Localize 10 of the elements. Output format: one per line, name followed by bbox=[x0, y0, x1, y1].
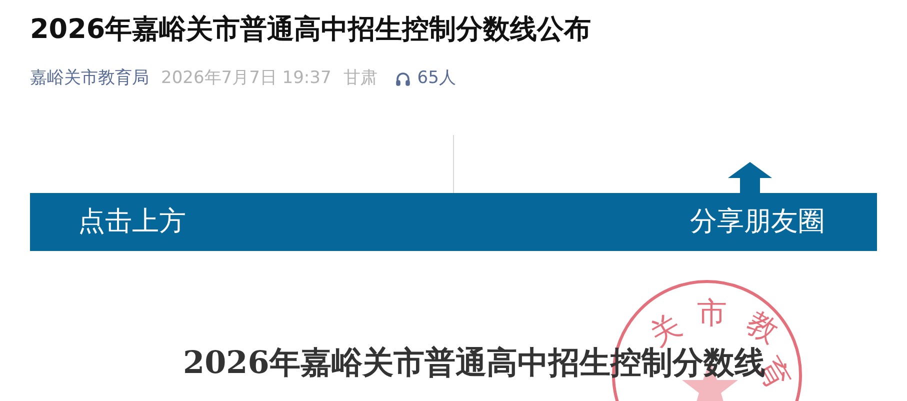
seal-character: 市 bbox=[697, 299, 727, 329]
banner-text: 分享朋友圈 bbox=[690, 204, 825, 239]
location: 甘肃 bbox=[343, 67, 378, 90]
headphones-icon bbox=[395, 70, 412, 87]
article-title: 2026年嘉峪关市普通高中招生控制分数线公布 bbox=[30, 13, 592, 47]
banner-text: 点击上方 bbox=[78, 204, 186, 239]
seal-character: 教 bbox=[742, 308, 782, 348]
listener-count: 65人 bbox=[417, 67, 456, 90]
author-link[interactable]: 嘉峪关市教育局 bbox=[30, 66, 149, 92]
publish-date: 2026年7月7日 19:37 bbox=[161, 67, 332, 90]
